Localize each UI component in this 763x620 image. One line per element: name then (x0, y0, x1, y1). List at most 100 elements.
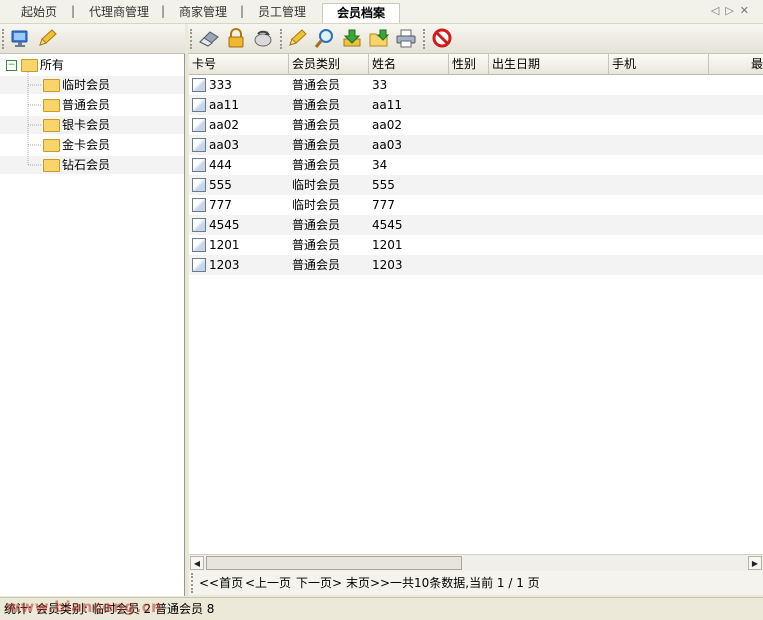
cell-card-no: 555 (209, 178, 232, 192)
download-icon[interactable] (341, 28, 361, 48)
cell-member-type: 普通会员 (292, 138, 341, 152)
cell-name: 777 (372, 198, 395, 212)
stop-icon[interactable] (431, 28, 452, 48)
edit-row-icon[interactable] (192, 138, 206, 152)
toolbar-grip[interactable] (190, 29, 195, 49)
edit-row-icon[interactable] (192, 238, 206, 252)
cell-card-no: 777 (209, 198, 232, 212)
refresh-icon[interactable] (252, 28, 272, 48)
cell-name: 33 (372, 78, 388, 92)
horizontal-scrollbar[interactable]: ◀ ▶ (189, 554, 763, 571)
computer-icon[interactable] (10, 28, 30, 48)
cell-card-no: aa02 (209, 118, 239, 132)
toolbar-separator (280, 29, 285, 49)
edit-row-icon[interactable] (192, 78, 206, 92)
cell-name: aa02 (372, 118, 402, 132)
edit-row-icon[interactable] (192, 218, 206, 232)
cell-name: 1201 (372, 238, 403, 252)
column-header-member-type[interactable]: 会员类别 (289, 54, 369, 74)
edit-row-icon[interactable] (192, 98, 206, 112)
member-grid: 卡号 会员类别 姓名 性别 出生日期 手机 最 333 普通会员 33 aa11 普通会… (189, 54, 763, 554)
edit-pencil-icon[interactable] (37, 28, 57, 48)
next-page-link[interactable]: 下一页> (296, 571, 342, 595)
column-header-truncated[interactable]: 最 (709, 54, 763, 74)
printer-icon[interactable] (395, 28, 416, 48)
scroll-right-icon[interactable]: ▶ (748, 556, 762, 570)
tree-toolbar (0, 24, 185, 54)
tab-start-page[interactable]: 起始页 (21, 4, 57, 20)
lock-icon[interactable] (225, 28, 245, 48)
cell-member-type: 普通会员 (292, 218, 341, 232)
cell-card-no: 1201 (209, 238, 240, 252)
tab-prev-icon[interactable]: ◁ (711, 4, 725, 17)
column-header-mobile[interactable]: 手机 (609, 54, 709, 74)
tab-separator: | (161, 4, 166, 18)
tab-member-archive[interactable]: 会员档案 (322, 3, 401, 23)
table-row[interactable]: 1201 普通会员 1201 (189, 235, 763, 255)
table-row[interactable]: aa11 普通会员 aa11 (189, 95, 763, 115)
cell-card-no: 333 (209, 78, 232, 92)
tab-merchant-management[interactable]: 商家管理 (179, 4, 227, 20)
watermark: www.bianceng.cn (6, 598, 163, 616)
toolbar-grip (191, 573, 196, 593)
table-row[interactable]: aa02 普通会员 aa02 (189, 115, 763, 135)
grid-toolbar (188, 24, 763, 54)
tab-nav-controls: ◁▷✕ (711, 4, 755, 17)
panel-splitter[interactable] (185, 54, 188, 596)
tree-node-label: 银卡会员 (62, 118, 111, 132)
tab-next-icon[interactable]: ▷ (725, 4, 739, 17)
scroll-thumb[interactable] (206, 556, 462, 570)
edit-row-icon[interactable] (192, 258, 206, 272)
tab-agent-management[interactable]: 代理商管理 (89, 4, 149, 20)
tree-node-label: 普通会员 (62, 98, 111, 112)
edit-row-icon[interactable] (192, 158, 206, 172)
cell-member-type: 临时会员 (292, 178, 341, 192)
edit-pencil-icon[interactable] (287, 28, 307, 48)
open-folder-icon[interactable] (368, 28, 390, 48)
cell-card-no: aa11 (209, 98, 239, 112)
column-header-name[interactable]: 姓名 (369, 54, 449, 74)
edit-row-icon[interactable] (192, 178, 206, 192)
tab-separator: | (240, 4, 245, 18)
pager-bar: <<首页 <上一页 下一页> 末页>> 一共10条数据,当前 1 / 1 页 (189, 571, 763, 595)
cell-member-type: 普通会员 (292, 258, 341, 272)
eraser-icon[interactable] (198, 28, 219, 48)
prev-page-link[interactable]: <上一页 (245, 571, 291, 595)
grid-header: 卡号 会员类别 姓名 性别 出生日期 手机 最 (189, 54, 763, 75)
table-row[interactable]: 777 临时会员 777 (189, 195, 763, 215)
column-header-card-no[interactable]: 卡号 (189, 54, 289, 74)
toolbar-grip[interactable] (2, 29, 7, 49)
tree-node-label: 金卡会员 (62, 138, 111, 152)
tree-node-label: 钻石会员 (62, 158, 111, 172)
first-page-link[interactable]: <<首页 (199, 571, 243, 595)
column-header-birthdate[interactable]: 出生日期 (489, 54, 609, 74)
cell-name: aa03 (372, 138, 402, 152)
cell-member-type: 普通会员 (292, 238, 341, 252)
tree-node-label: 临时会员 (62, 78, 111, 92)
cell-member-type: 临时会员 (292, 198, 341, 212)
cell-member-type: 普通会员 (292, 98, 341, 112)
cell-card-no: 4545 (209, 218, 240, 232)
edit-row-icon[interactable] (192, 198, 206, 212)
tab-separator: | (71, 4, 76, 18)
cell-name: 1203 (372, 258, 403, 272)
cell-member-type: 普通会员 (292, 158, 341, 172)
edit-row-icon[interactable] (192, 118, 206, 132)
table-row[interactable]: 444 普通会员 34 (189, 155, 763, 175)
tab-close-icon[interactable]: ✕ (740, 4, 755, 17)
page-info: 一共10条数据,当前 1 / 1 页 (390, 576, 540, 590)
table-row[interactable]: 4545 普通会员 4545 (189, 215, 763, 235)
cell-name: 555 (372, 178, 395, 192)
last-page-link[interactable]: 末页>> (346, 571, 390, 595)
toolbar-separator (423, 29, 428, 49)
table-row[interactable]: 555 临时会员 555 (189, 175, 763, 195)
tab-employee-management[interactable]: 员工管理 (258, 4, 306, 20)
table-row[interactable]: 1203 普通会员 1203 (189, 255, 763, 275)
table-row[interactable]: aa03 普通会员 aa03 (189, 135, 763, 155)
cell-card-no: aa03 (209, 138, 239, 152)
table-row[interactable]: 333 普通会员 33 (189, 75, 763, 95)
search-icon[interactable] (314, 28, 334, 48)
scroll-left-icon[interactable]: ◀ (190, 556, 204, 570)
column-header-gender[interactable]: 性别 (449, 54, 489, 74)
cell-name: 34 (372, 158, 388, 172)
